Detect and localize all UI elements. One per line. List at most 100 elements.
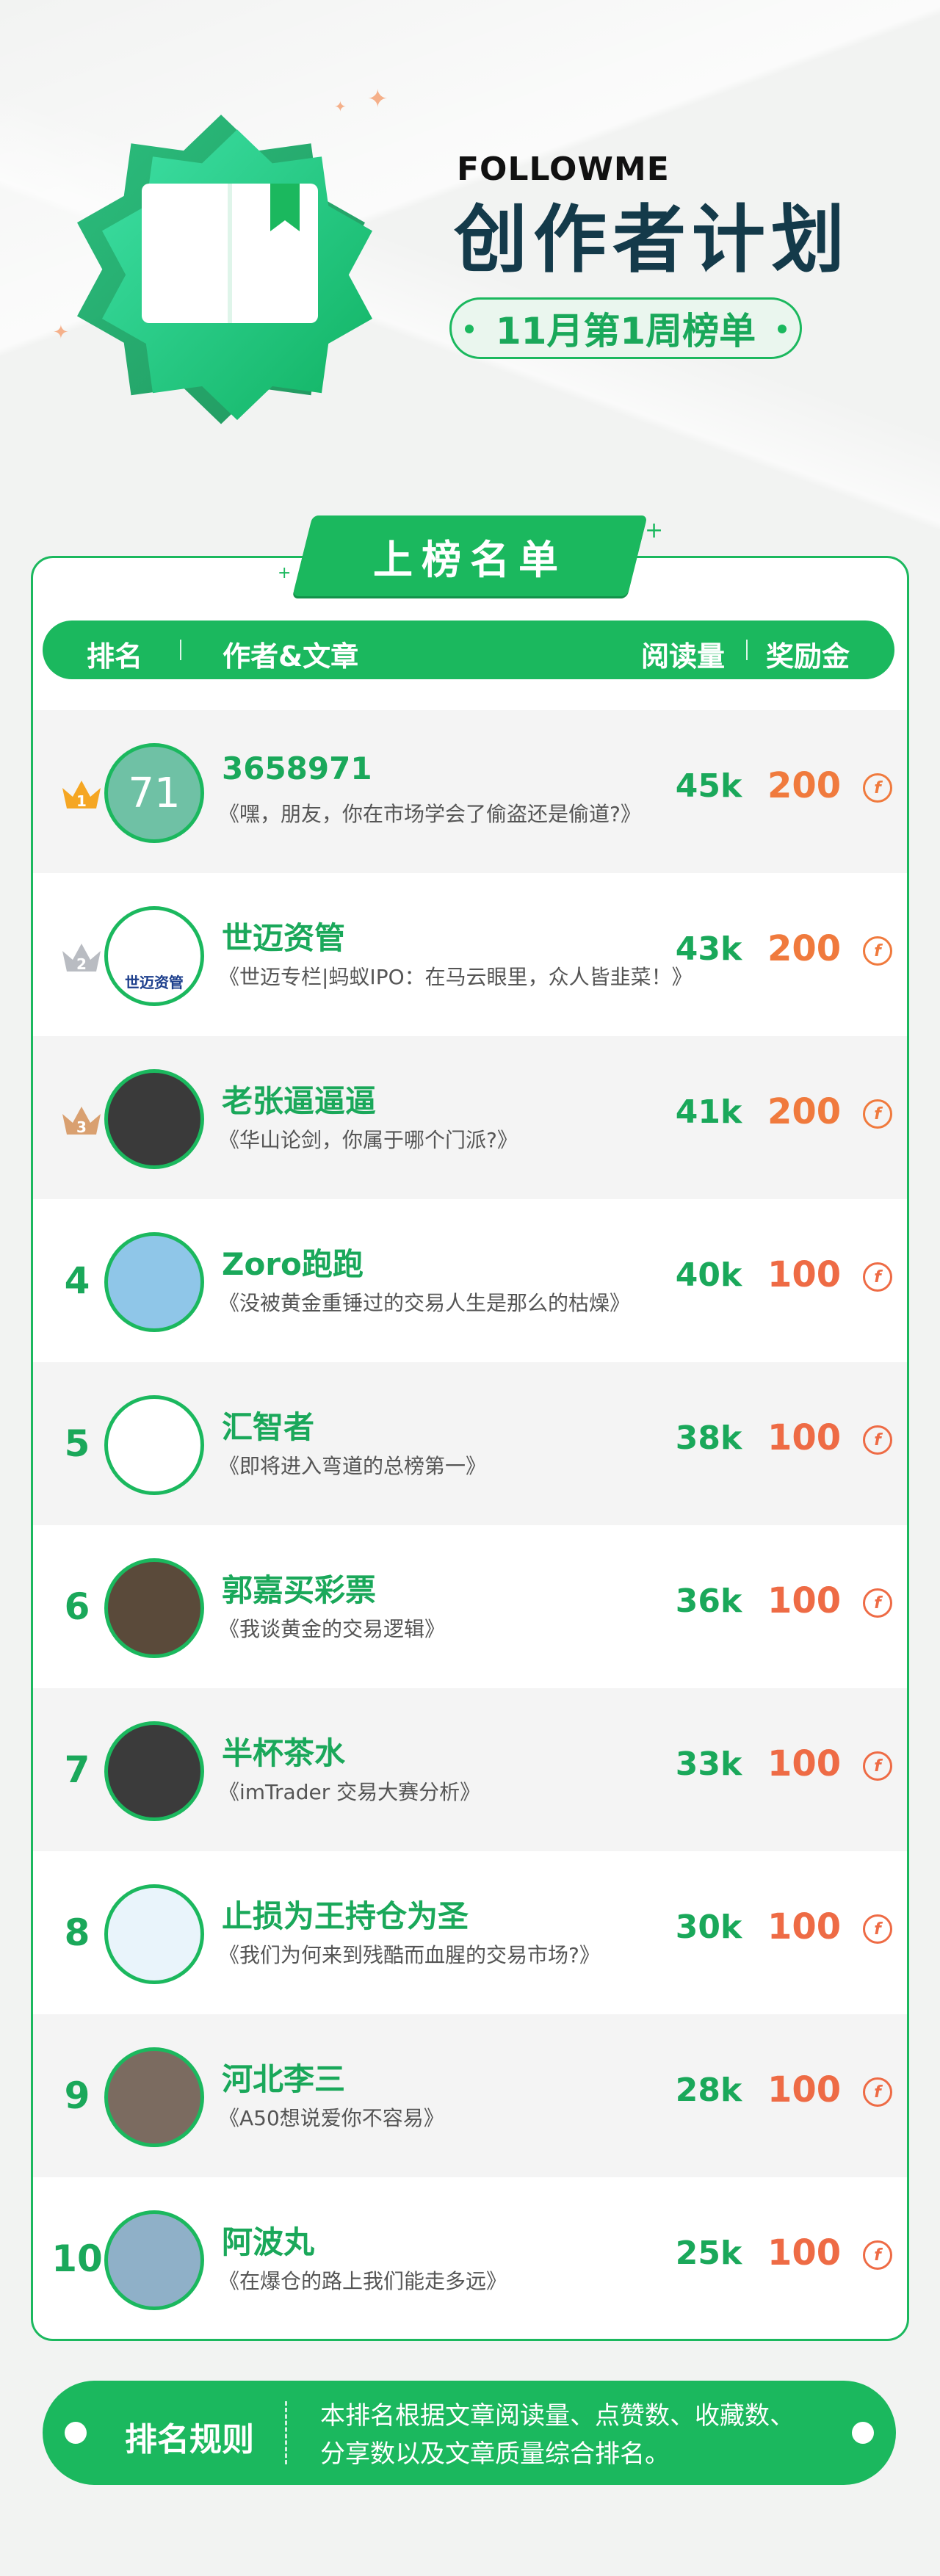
avatar[interactable] [104, 1069, 204, 1169]
avatar[interactable] [104, 1558, 204, 1658]
rank-number: 3 [76, 1118, 87, 1136]
bonus-amount: 200 [767, 928, 842, 969]
avatar[interactable] [104, 1232, 204, 1332]
sparkle-icon: ✦ [334, 98, 347, 115]
author-name[interactable]: Zoro跑跑 [222, 1240, 364, 1284]
read-count: 28k [675, 2072, 742, 2109]
week-badge: 11月第1周榜单 [449, 297, 802, 359]
avatar[interactable] [104, 2047, 204, 2147]
ranking-row[interactable]: 4 Zoro跑跑 《没被黄金重锤过的交易人生是那么的枯燥》 40k 100 f [33, 1199, 907, 1362]
bonus-amount: 100 [767, 1254, 842, 1295]
coin-icon: f [863, 2077, 892, 2107]
rank-number: 2 [76, 955, 87, 973]
section-title: 上榜名单 [373, 536, 567, 583]
coin-icon: f [863, 1262, 892, 1292]
bonus-amount: 200 [767, 765, 842, 806]
avatar[interactable] [104, 1395, 204, 1495]
sparkle-icon: ✦ [53, 322, 69, 344]
coin-icon: f [863, 1751, 892, 1781]
read-count: 43k [675, 930, 742, 968]
column-divider [180, 640, 181, 660]
rules-text: 分享数以及文章质量综合排名。 [320, 2439, 670, 2469]
read-count: 40k [675, 1256, 742, 1294]
dot-icon [778, 325, 787, 333]
ranking-row[interactable]: 8 止损为王持仓为圣 《我们为何来到残酷而血腥的交易市场?》 30k 100 f [33, 1851, 907, 2014]
sparkle-icon: + [645, 518, 664, 543]
column-author-article: 作者&文章 [223, 640, 359, 673]
article-title[interactable]: 《华山论剑，你属于哪个门派?》 [219, 1124, 682, 1154]
ranking-row[interactable]: 6 郭嘉买彩票 《我谈黄金的交易逻辑》 36k 100 f [33, 1525, 907, 1688]
avatar[interactable] [104, 1884, 204, 1984]
author-name[interactable]: 郭嘉买彩票 [222, 1566, 376, 1610]
brand-name: FOLLOWME [457, 151, 670, 188]
article-title[interactable]: 《我们为何来到残酷而血腥的交易市场?》 [219, 1939, 682, 1969]
sparkle-icon: ✦ [367, 84, 388, 114]
author-name[interactable]: 汇智者 [222, 1403, 314, 1447]
article-title[interactable]: 《即将进入弯道的总榜第一》 [219, 1450, 682, 1480]
coin-icon: f [863, 1425, 892, 1455]
coin-icon: f [863, 2240, 892, 2270]
author-name[interactable]: 阿波丸 [222, 2218, 314, 2262]
read-count: 41k [675, 1093, 742, 1131]
article-title[interactable]: 《世迈专栏|蚂蚁IPO：在马云眼里，众人皆韭菜！》 [219, 961, 693, 991]
bonus-amount: 100 [767, 1743, 842, 1784]
avatar-label: 世迈资管 [125, 974, 184, 991]
coin-icon: f [863, 1588, 892, 1618]
author-name[interactable]: 止损为王持仓为圣 [222, 1892, 469, 1936]
author-name[interactable]: 世迈资管 [222, 913, 345, 958]
dot-icon [465, 325, 474, 333]
article-title[interactable]: 《在爆仓的路上我们能走多远》 [219, 2265, 682, 2295]
read-count: 45k [675, 767, 742, 805]
coin-icon: f [863, 773, 892, 803]
article-title[interactable]: 《嘿，朋友，你在市场学会了偷盗还是偷道?》 [219, 798, 682, 828]
ranking-row[interactable]: 1 71 3658971 《嘿，朋友，你在市场学会了偷盗还是偷道?》 45k 200 f [33, 710, 907, 873]
avatar[interactable] [104, 2210, 204, 2310]
dot-icon [852, 2422, 874, 2444]
avatar[interactable]: 71 [104, 743, 204, 843]
author-name[interactable]: 3658971 [222, 750, 372, 786]
column-rank: 排名 [87, 640, 143, 673]
divider [285, 2401, 287, 2464]
coin-icon: f [863, 936, 892, 966]
bonus-amount: 100 [767, 1417, 842, 1458]
ranking-rules: 排名规则 本排名根据文章阅读量、点赞数、收藏数、 分享数以及文章质量综合排名。 [43, 2381, 896, 2485]
avatar-label: 71 [128, 769, 181, 817]
column-header: 排名 作者&文章 阅读量 奖励金 [43, 621, 894, 679]
author-name[interactable]: 老张逼逼逼 [222, 1077, 376, 1121]
page-title: 创作者计划 [454, 197, 850, 283]
avatar[interactable] [104, 1721, 204, 1821]
ranking-row[interactable]: 10 阿波丸 《在爆仓的路上我们能走多远》 25k 100 f [33, 2177, 907, 2340]
article-title[interactable]: 《A50想说爱你不容易》 [219, 2102, 682, 2132]
read-count: 25k [675, 2235, 742, 2272]
week-label: 11月第1周榜单 [495, 310, 756, 352]
author-name[interactable]: 半杯茶水 [222, 1729, 345, 1773]
bonus-amount: 200 [767, 1091, 842, 1132]
ranking-row[interactable]: 5 汇智者 《即将进入弯道的总榜第一》 38k 100 f [33, 1362, 907, 1525]
rank-number: 1 [76, 792, 87, 810]
column-bonus: 奖励金 [766, 640, 850, 673]
book-badge-icon [77, 115, 372, 424]
ranking-row[interactable]: 3 老张逼逼逼 《华山论剑，你属于哪个门派?》 41k 200 f [33, 1036, 907, 1199]
coin-icon: f [863, 1099, 892, 1129]
ranking-row[interactable]: 7 半杯茶水 《imTrader 交易大赛分析》 33k 100 f [33, 1688, 907, 1851]
article-title[interactable]: 《我谈黄金的交易逻辑》 [219, 1613, 682, 1643]
column-reads: 阅读量 [641, 640, 726, 673]
ranking-row[interactable]: 9 河北李三 《A50想说爱你不容易》 28k 100 f [33, 2014, 907, 2177]
read-count: 30k [675, 1909, 742, 1946]
read-count: 38k [675, 1419, 742, 1457]
bonus-amount: 100 [767, 1580, 842, 1621]
article-title[interactable]: 《没被黄金重锤过的交易人生是那么的枯燥》 [219, 1287, 682, 1317]
bonus-amount: 100 [767, 1906, 842, 1947]
author-name[interactable]: 河北李三 [222, 2055, 345, 2099]
read-count: 33k [675, 1745, 742, 1783]
rules-text: 本排名根据文章阅读量、点赞数、收藏数、 [320, 2401, 795, 2431]
column-divider [746, 640, 748, 660]
bonus-amount: 100 [767, 2232, 842, 2273]
read-count: 36k [675, 1582, 742, 1620]
bonus-amount: 100 [767, 2069, 842, 2110]
dot-icon [65, 2422, 87, 2444]
ranking-row[interactable]: 2 世迈资管 世迈资管 《世迈专栏|蚂蚁IPO：在马云眼里，众人皆韭菜！》 43k 200… [33, 873, 907, 1036]
article-title[interactable]: 《imTrader 交易大赛分析》 [219, 1776, 682, 1806]
avatar[interactable]: 世迈资管 [104, 906, 204, 1006]
header: ✦ ✦ ✦ FOLLOWME 创作者计划 11月第1周榜单 [0, 0, 940, 529]
